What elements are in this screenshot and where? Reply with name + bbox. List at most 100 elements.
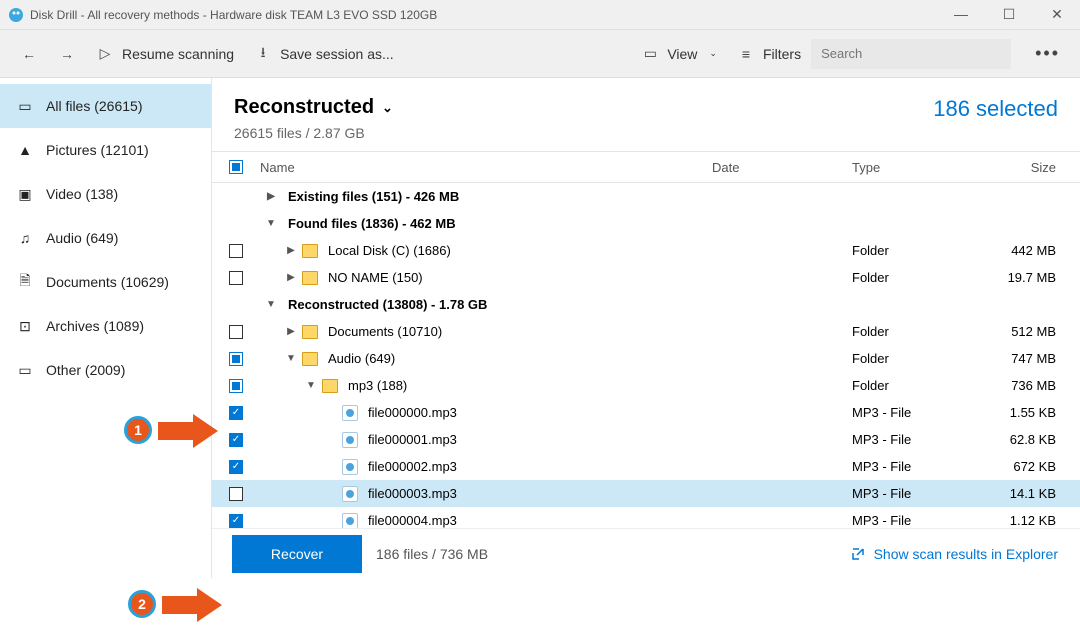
row-name: Reconstructed (13808) - 1.78 GB <box>288 297 487 312</box>
row-type: MP3 - File <box>852 459 972 474</box>
app-icon <box>8 7 24 23</box>
table-row[interactable]: ▶ Documents (10710) Folder512 MB <box>212 318 1080 345</box>
more-button[interactable]: ••• <box>1025 43 1070 64</box>
recover-button[interactable]: Recover <box>232 535 362 573</box>
expand-icon[interactable]: ▶ <box>284 326 298 337</box>
row-checkbox[interactable] <box>229 244 243 258</box>
sidebar-item-label: All files (26615) <box>46 98 143 114</box>
row-size: 512 MB <box>972 324 1080 339</box>
table-row[interactable]: ▼ Found files (1836) - 462 MB <box>212 210 1080 237</box>
col-size-header[interactable]: Size <box>972 160 1080 175</box>
resume-label: Resume scanning <box>122 46 234 62</box>
folder-icon <box>302 244 318 258</box>
table-row[interactable]: file000004.mp3MP3 - File1.12 KB <box>212 507 1080 528</box>
sidebar-item-documents[interactable]: 🗎Documents (10629) <box>0 260 211 304</box>
main-title[interactable]: Reconstructed⌄ <box>234 96 933 119</box>
expand-icon[interactable]: ▶ <box>284 245 298 256</box>
footer: Recover 186 files / 736 MB Show scan res… <box>212 528 1080 578</box>
file-icon <box>342 459 358 475</box>
row-checkbox[interactable] <box>229 406 243 420</box>
archives-icon: ⊡ <box>16 317 34 335</box>
expand-icon[interactable]: ▼ <box>304 380 318 391</box>
row-type: MP3 - File <box>852 432 972 447</box>
filters-button[interactable]: ≡Filters <box>727 39 811 69</box>
row-checkbox[interactable] <box>229 514 243 528</box>
sidebar-item-video[interactable]: ▣Video (138) <box>0 172 211 216</box>
table-row[interactable]: ▼Audio (649)Folder747 MB <box>212 345 1080 372</box>
table-row[interactable]: file000003.mp3MP3 - File14.1 KB <box>212 480 1080 507</box>
folder-icon <box>302 352 318 366</box>
row-name: Existing files (151) - 426 MB <box>288 189 459 204</box>
expand-icon[interactable]: ▼ <box>264 218 278 229</box>
row-checkbox[interactable] <box>229 460 243 474</box>
main-subtitle: 26615 files / 2.87 GB <box>234 125 933 141</box>
row-name: Documents (10710) <box>328 324 442 339</box>
row-checkbox[interactable] <box>229 433 243 447</box>
table-body[interactable]: ▶ Existing files (151) - 426 MB ▼ Found fil… <box>212 183 1080 528</box>
save-session-button[interactable]: ⭳Save session as... <box>244 39 404 69</box>
col-name-header[interactable]: Name <box>254 160 712 175</box>
main-area: Reconstructed⌄ 26615 files / 2.87 GB 186… <box>212 78 1080 578</box>
search-input[interactable] <box>811 39 1011 69</box>
folder-icon <box>322 379 338 393</box>
row-checkbox[interactable] <box>229 325 243 339</box>
sidebar-item-pictures[interactable]: ▲Pictures (12101) <box>0 128 211 172</box>
video-icon: ▣ <box>16 185 34 203</box>
expand-icon[interactable]: ▶ <box>284 272 298 283</box>
row-name: file000000.mp3 <box>368 405 457 420</box>
row-checkbox[interactable] <box>229 271 243 285</box>
sidebar-item-label: Pictures (12101) <box>46 142 149 158</box>
file-icon <box>342 432 358 448</box>
view-label: View <box>667 46 697 62</box>
table-row[interactable]: ▶NO NAME (150)Folder19.7 MB <box>212 264 1080 291</box>
row-name: file000003.mp3 <box>368 486 457 501</box>
sidebar-item-archives[interactable]: ⊡ Archives (1089) <box>0 304 211 348</box>
expand-icon[interactable]: ▼ <box>264 299 278 310</box>
view-button[interactable]: ▭View⌄ <box>631 39 727 69</box>
row-size: 19.7 MB <box>972 270 1080 285</box>
row-type: MP3 - File <box>852 405 972 420</box>
table-row[interactable]: ▼mp3 (188)Folder736 MB <box>212 372 1080 399</box>
external-link-icon <box>850 546 866 562</box>
back-button[interactable]: ← <box>10 39 48 69</box>
sidebar-item-audio[interactable]: ♫Audio (649) <box>0 216 211 260</box>
row-checkbox[interactable] <box>229 487 243 501</box>
col-type-header[interactable]: Type <box>852 160 972 175</box>
sidebar-item-all[interactable]: ▭All files (26615) <box>0 84 211 128</box>
footer-status: 186 files / 736 MB <box>376 546 488 562</box>
other-icon: ▭ <box>16 361 34 379</box>
table-row[interactable]: ▶ Existing files (151) - 426 MB <box>212 183 1080 210</box>
expand-icon[interactable]: ▼ <box>284 353 298 364</box>
expand-icon[interactable]: ▶ <box>264 191 278 202</box>
row-name: Found files (1836) - 462 MB <box>288 216 456 231</box>
table-row[interactable]: ▶Local Disk (C) (1686)Folder442 MB <box>212 237 1080 264</box>
row-name: file000002.mp3 <box>368 459 457 474</box>
row-checkbox[interactable] <box>229 379 243 393</box>
sidebar-item-label: Archives (1089) <box>46 318 144 334</box>
minimize-button[interactable]: — <box>946 6 976 23</box>
select-all-checkbox[interactable] <box>229 160 243 174</box>
close-button[interactable]: ✕ <box>1042 6 1072 23</box>
show-in-explorer-link[interactable]: Show scan results in Explorer <box>850 546 1058 562</box>
row-type: Folder <box>852 324 972 339</box>
table-row[interactable]: file000000.mp3MP3 - File1.55 KB <box>212 399 1080 426</box>
filters-label: Filters <box>763 46 801 62</box>
row-name: file000001.mp3 <box>368 432 457 447</box>
row-type: Folder <box>852 351 972 366</box>
row-size: 736 MB <box>972 378 1080 393</box>
save-session-label: Save session as... <box>280 46 394 62</box>
file-icon <box>342 513 358 529</box>
table-row[interactable]: file000002.mp3MP3 - File672 KB <box>212 453 1080 480</box>
forward-button[interactable]: → <box>48 39 86 69</box>
audio-icon: ♫ <box>16 229 34 247</box>
row-checkbox[interactable] <box>229 352 243 366</box>
resume-scanning-button[interactable]: ▷Resume scanning <box>86 39 244 69</box>
row-size: 62.8 KB <box>972 432 1080 447</box>
table-row[interactable]: ▼ Reconstructed (13808) - 1.78 GB <box>212 291 1080 318</box>
table-row[interactable]: file000001.mp3 MP3 - File62.8 KB <box>212 426 1080 453</box>
maximize-button[interactable]: ☐ <box>994 6 1024 23</box>
sidebar-item-other[interactable]: ▭Other (2009) <box>0 348 211 392</box>
sidebar-item-label: Documents (10629) <box>46 274 169 290</box>
annotation-arrow-1 <box>158 414 218 448</box>
col-date-header[interactable]: Date <box>712 160 852 175</box>
